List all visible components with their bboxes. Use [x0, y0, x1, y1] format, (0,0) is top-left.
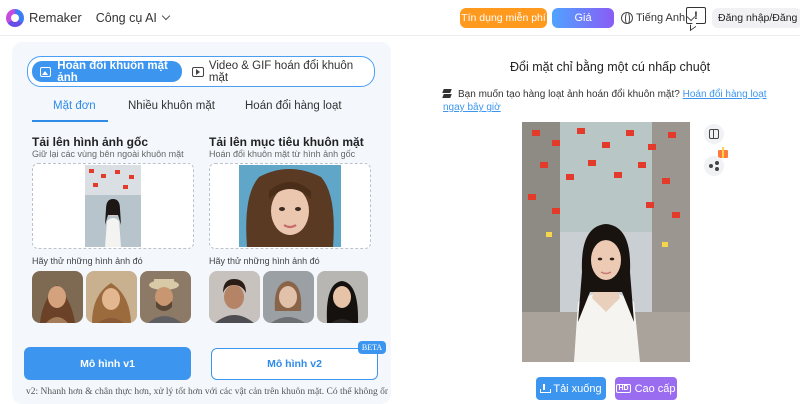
tab-single-face[interactable]: Mặt đơn	[53, 100, 96, 112]
batch-question: Bạn muốn tạo hàng loạt ảnh hoán đổi khuô…	[458, 89, 680, 100]
split-view-icon	[709, 129, 719, 139]
swap-panel: Hoán đổi khuôn mặt ảnh Video & GIF hoán …	[12, 42, 391, 404]
share-icon	[709, 161, 719, 171]
feedback-icon[interactable]: !	[686, 7, 706, 24]
download-label: Tải xuống	[553, 382, 602, 395]
source-upload-subtitle: Giữ lại các vùng bên ngoài khuôn mặt	[32, 149, 184, 159]
layers-icon	[443, 89, 452, 98]
source-sample-1[interactable]	[32, 271, 83, 323]
beta-badge: BETA	[358, 341, 386, 354]
download-button[interactable]: Tải xuống	[536, 377, 606, 400]
active-tab-indicator	[32, 120, 108, 122]
target-upload-subtitle: Hoán đổi khuôn mặt từ hình ảnh gốc	[209, 149, 356, 159]
video-icon	[192, 66, 204, 77]
target-sample-3[interactable]	[317, 271, 368, 323]
advanced-button[interactable]: HD Cao cấp	[615, 377, 677, 400]
image-icon	[40, 66, 52, 77]
video-swap-mode-button[interactable]: Video & GIF hoán đổi khuôn mặt	[192, 59, 374, 84]
tab-batch-swap[interactable]: Hoán đổi hàng loạt	[245, 100, 342, 112]
logo[interactable]: Remaker	[6, 8, 82, 27]
advanced-label: Cao cấp	[634, 382, 676, 395]
target-samples-label: Hãy thử những hình ảnh đó	[209, 256, 320, 266]
chevron-down-icon	[161, 11, 171, 21]
source-image-preview	[85, 165, 141, 247]
result-image	[522, 122, 690, 362]
hd-icon: HD	[616, 384, 631, 393]
target-sample-2[interactable]	[263, 271, 314, 323]
model-v1-button[interactable]: Mô hình v1	[24, 347, 191, 380]
batch-prompt: Bạn muốn tạo hàng loạt ảnh hoán đổi khuô…	[443, 88, 783, 114]
source-upload-dropzone[interactable]	[32, 163, 194, 249]
video-swap-label: Video & GIF hoán đổi khuôn mặt	[208, 59, 354, 84]
source-sample-3[interactable]	[140, 271, 191, 323]
source-samples-label: Hãy thử những hình ảnh đó	[32, 256, 143, 266]
top-header: Remaker Công cụ AI Tín dụng miễn phí Giá…	[0, 0, 800, 36]
image-swap-label: Hoán đổi khuôn mặt ảnh	[57, 59, 168, 84]
ai-tools-menu[interactable]: Công cụ AI	[95, 10, 171, 25]
image-swap-mode-button[interactable]: Hoán đổi khuôn mặt ảnh	[32, 59, 182, 84]
logo-text: Remaker	[29, 10, 82, 25]
swap-tabs: Mặt đơn Nhiều khuôn mặt Hoán đổi hàng lo…	[12, 98, 391, 124]
target-image-preview	[239, 165, 341, 247]
model-note: v2: Nhanh hơn & chân thực hơn, xử lý tốt…	[26, 387, 388, 397]
target-upload-title: Tải lên mục tiêu khuôn mặt	[209, 135, 364, 149]
source-upload-title: Tải lên hình ảnh gốc	[32, 135, 149, 149]
ai-tools-label: Công cụ AI	[95, 10, 157, 25]
target-sample-1[interactable]	[209, 271, 260, 323]
free-credits-button[interactable]: Tín dụng miễn phí	[460, 8, 547, 28]
share-button[interactable]	[704, 156, 724, 176]
logo-icon	[6, 8, 24, 27]
result-title: Đổi mặt chỉ bằng một cú nhấp chuột	[510, 60, 711, 74]
compare-button[interactable]	[704, 124, 724, 144]
language-selector[interactable]: Tiếng Anh	[621, 8, 696, 28]
source-sample-2[interactable]	[86, 271, 137, 323]
login-button[interactable]: Đăng nhập/Đăng ký	[712, 8, 800, 28]
mode-switch: Hoán đổi khuôn mặt ảnh Video & GIF hoán …	[27, 56, 375, 87]
tab-multiple-faces[interactable]: Nhiều khuôn mặt	[128, 100, 215, 112]
globe-icon	[621, 12, 633, 25]
language-label: Tiếng Anh	[636, 12, 686, 24]
pricing-button[interactable]: Giá	[552, 8, 614, 28]
download-icon	[540, 384, 552, 393]
target-upload-dropzone[interactable]	[209, 163, 371, 249]
model-v2-button[interactable]: Mô hình v2	[211, 348, 378, 380]
